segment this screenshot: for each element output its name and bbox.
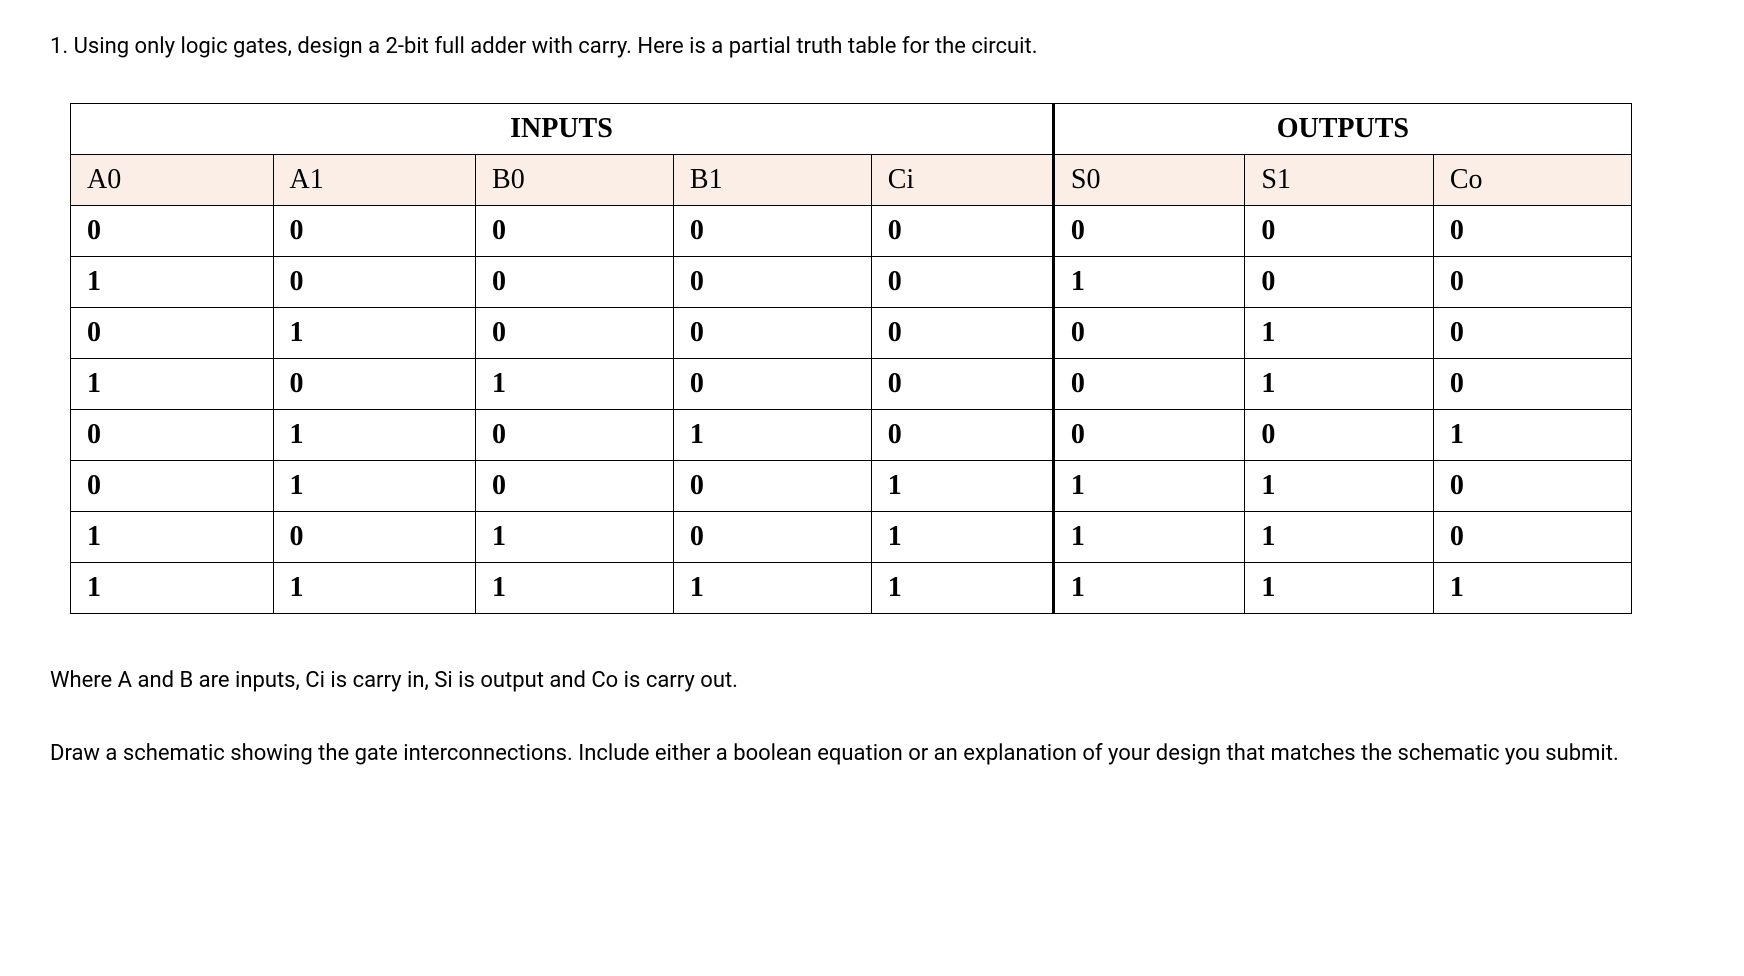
column-header-row: A0 A1 B0 B1 Ci S0 S1 Co [71, 155, 1632, 206]
truth-table: INPUTS OUTPUTS A0 A1 B0 B1 Ci S0 S1 Co 0… [70, 103, 1632, 614]
cell: 1 [1053, 257, 1245, 308]
cell: 0 [1433, 359, 1631, 410]
cell: 0 [71, 461, 274, 512]
cell: 1 [1245, 461, 1433, 512]
cell: 0 [871, 308, 1053, 359]
cell: 1 [71, 257, 274, 308]
cell: 0 [476, 308, 674, 359]
cell: 0 [1053, 410, 1245, 461]
cell: 0 [1245, 206, 1433, 257]
cell: 0 [673, 359, 871, 410]
cell: 1 [71, 512, 274, 563]
cell: 0 [871, 410, 1053, 461]
cell: 1 [1245, 359, 1433, 410]
table-row: 0 1 0 1 0 0 0 1 [71, 410, 1632, 461]
instruction-text: Draw a schematic showing the gate interc… [50, 737, 1694, 770]
cell: 0 [673, 206, 871, 257]
col-a1: A1 [273, 155, 476, 206]
col-s1: S1 [1245, 155, 1433, 206]
table-row: 1 0 1 0 1 1 1 0 [71, 512, 1632, 563]
cell: 1 [273, 461, 476, 512]
cell: 1 [1433, 563, 1631, 614]
cell: 1 [673, 563, 871, 614]
col-b1: B1 [673, 155, 871, 206]
description-text: Where A and B are inputs, Ci is carry in… [50, 664, 1694, 697]
cell: 1 [871, 512, 1053, 563]
table-row: 0 1 0 0 1 1 1 0 [71, 461, 1632, 512]
table-row: 0 0 0 0 0 0 0 0 [71, 206, 1632, 257]
cell: 0 [476, 461, 674, 512]
cell: 0 [1245, 257, 1433, 308]
cell: 1 [1245, 563, 1433, 614]
cell: 0 [1433, 461, 1631, 512]
cell: 0 [71, 308, 274, 359]
cell: 0 [273, 359, 476, 410]
cell: 1 [871, 563, 1053, 614]
question-text: 1. Using only logic gates, design a 2-bi… [50, 30, 1694, 63]
col-co: Co [1433, 155, 1631, 206]
cell: 1 [1053, 461, 1245, 512]
cell: 1 [871, 461, 1053, 512]
cell: 0 [1053, 308, 1245, 359]
cell: 1 [1053, 512, 1245, 563]
col-ci: Ci [871, 155, 1053, 206]
table-row: 0 1 0 0 0 0 1 0 [71, 308, 1632, 359]
col-s0: S0 [1053, 155, 1245, 206]
cell: 1 [71, 563, 274, 614]
cell: 0 [476, 410, 674, 461]
cell: 0 [1053, 206, 1245, 257]
cell: 1 [1245, 308, 1433, 359]
section-header-row: INPUTS OUTPUTS [71, 104, 1632, 155]
cell: 1 [273, 563, 476, 614]
cell: 0 [71, 206, 274, 257]
cell: 0 [673, 257, 871, 308]
cell: 0 [871, 359, 1053, 410]
cell: 1 [476, 512, 674, 563]
cell: 0 [871, 206, 1053, 257]
table-body: 0 0 0 0 0 0 0 0 1 0 0 0 0 1 0 0 0 1 0 0 … [71, 206, 1632, 614]
cell: 0 [1433, 257, 1631, 308]
cell: 1 [71, 359, 274, 410]
cell: 0 [673, 512, 871, 563]
cell: 1 [1433, 410, 1631, 461]
col-a0: A0 [71, 155, 274, 206]
cell: 0 [273, 512, 476, 563]
cell: 0 [71, 410, 274, 461]
col-b0: B0 [476, 155, 674, 206]
cell: 1 [1053, 563, 1245, 614]
cell: 1 [273, 410, 476, 461]
table-row: 1 1 1 1 1 1 1 1 [71, 563, 1632, 614]
cell: 0 [1433, 512, 1631, 563]
cell: 0 [1245, 410, 1433, 461]
cell: 0 [871, 257, 1053, 308]
cell: 0 [1053, 359, 1245, 410]
inputs-header: INPUTS [71, 104, 1054, 155]
table-row: 1 0 0 0 0 1 0 0 [71, 257, 1632, 308]
cell: 1 [476, 563, 674, 614]
cell: 1 [476, 359, 674, 410]
cell: 0 [476, 257, 674, 308]
cell: 0 [673, 461, 871, 512]
cell: 1 [673, 410, 871, 461]
outputs-header: OUTPUTS [1053, 104, 1631, 155]
table-row: 1 0 1 0 0 0 1 0 [71, 359, 1632, 410]
cell: 1 [273, 308, 476, 359]
cell: 0 [273, 257, 476, 308]
cell: 0 [1433, 206, 1631, 257]
cell: 1 [1245, 512, 1433, 563]
cell: 0 [273, 206, 476, 257]
cell: 0 [476, 206, 674, 257]
cell: 0 [673, 308, 871, 359]
cell: 0 [1433, 308, 1631, 359]
